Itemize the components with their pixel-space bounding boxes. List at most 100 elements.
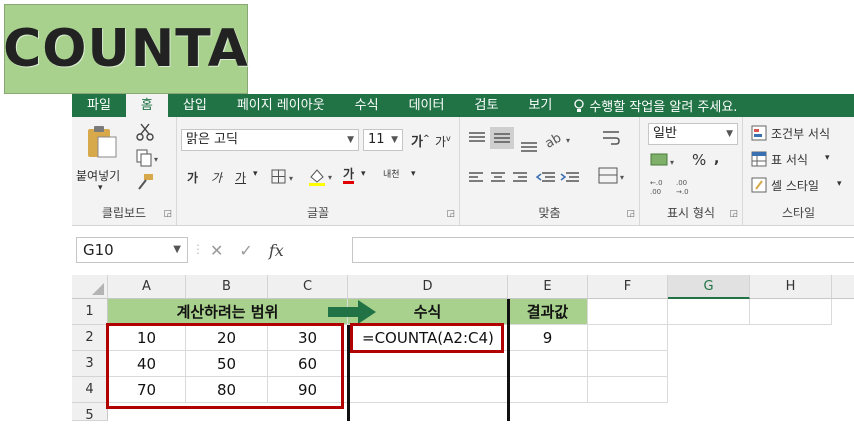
- align-right-icon[interactable]: [512, 171, 528, 185]
- comma-style-icon[interactable]: ,: [714, 151, 719, 167]
- row-header-4[interactable]: 4: [72, 377, 108, 403]
- wrap-text-icon[interactable]: [602, 129, 620, 147]
- alignment-launcher-icon[interactable]: ◲: [626, 209, 635, 219]
- cell-h3[interactable]: [750, 351, 832, 377]
- clipboard-launcher-icon[interactable]: ◲: [163, 209, 172, 219]
- paste-button[interactable]: 붙여넣기 ▾: [76, 123, 128, 193]
- enter-icon[interactable]: ✓: [239, 241, 252, 260]
- decrease-font-size-icon[interactable]: 가v: [435, 133, 451, 150]
- row-header-1[interactable]: 1: [72, 299, 108, 325]
- percent-style-button[interactable]: %: [692, 151, 706, 169]
- increase-font-size-icon[interactable]: 가^: [411, 131, 430, 150]
- align-bottom-icon[interactable]: [520, 137, 538, 153]
- cell-styles-button[interactable]: 셀 스타일 ▾: [751, 177, 854, 197]
- cell-h1[interactable]: [750, 299, 832, 325]
- cell-e2-result[interactable]: 9: [508, 325, 588, 351]
- conditional-formatting-button[interactable]: 조건부 서식: [751, 125, 854, 145]
- tab-page-layout[interactable]: 페이지 레이아웃: [222, 94, 340, 117]
- cell-f2[interactable]: [588, 325, 668, 351]
- align-left-icon[interactable]: [468, 171, 484, 185]
- cell-c3[interactable]: 60: [268, 351, 348, 377]
- row-header-5[interactable]: 5: [72, 403, 108, 423]
- cell-f4[interactable]: [588, 377, 668, 403]
- cell-c2[interactable]: 30: [268, 325, 348, 351]
- tab-view[interactable]: 보기: [513, 94, 567, 117]
- tab-insert[interactable]: 삽입: [168, 94, 222, 117]
- cell-g3[interactable]: [668, 351, 750, 377]
- borders-icon[interactable]: ▾: [271, 169, 297, 185]
- cell-a3[interactable]: 40: [108, 351, 186, 377]
- select-all-corner[interactable]: [72, 275, 108, 299]
- cell-b3[interactable]: 50: [186, 351, 268, 377]
- tab-home[interactable]: 홈: [125, 94, 168, 117]
- accounting-format-icon[interactable]: ▾: [650, 151, 680, 169]
- name-box[interactable]: G10 ▼: [76, 237, 188, 263]
- copy-icon[interactable]: ▾: [136, 149, 162, 167]
- bold-button[interactable]: 가: [187, 169, 198, 186]
- cut-icon[interactable]: [136, 123, 154, 141]
- format-painter-icon[interactable]: [136, 173, 154, 191]
- cell-f1[interactable]: [588, 299, 668, 325]
- cell-e4[interactable]: [508, 377, 588, 403]
- chevron-down-icon[interactable]: ▾: [253, 169, 258, 179]
- column-header-d[interactable]: D: [348, 275, 508, 299]
- align-top-icon[interactable]: [468, 131, 486, 147]
- format-as-table-button[interactable]: 표 서식 ▾: [751, 151, 854, 171]
- decrease-decimal-icon[interactable]: .00→.0: [676, 177, 696, 195]
- cell-f3[interactable]: [588, 351, 668, 377]
- number-launcher-icon[interactable]: ◲: [729, 209, 738, 219]
- orientation-icon[interactable]: ab ▾: [544, 129, 574, 149]
- font-color-button[interactable]: 가: [343, 167, 355, 184]
- column-header-c[interactable]: C: [268, 275, 348, 299]
- column-header-g[interactable]: G: [668, 275, 750, 299]
- cell-g1[interactable]: [668, 299, 750, 325]
- font-size-select[interactable]: 11 ▼: [363, 129, 403, 151]
- cell-c4[interactable]: 90: [268, 377, 348, 403]
- row-header-2[interactable]: 2: [72, 325, 108, 351]
- row-header-3[interactable]: 3: [72, 351, 108, 377]
- column-header-h[interactable]: H: [750, 275, 832, 299]
- formula-input[interactable]: [352, 237, 854, 263]
- column-header-a[interactable]: A: [108, 275, 186, 299]
- column-header-e[interactable]: E: [508, 275, 588, 299]
- column-header-f[interactable]: F: [588, 275, 668, 299]
- merge-center-icon[interactable]: ▾: [598, 167, 628, 185]
- cell-e3[interactable]: [508, 351, 588, 377]
- insert-function-button[interactable]: fx: [269, 241, 284, 260]
- cell-a1-range-header[interactable]: 계산하려는 범위: [108, 299, 348, 325]
- cell-a2[interactable]: 10: [108, 325, 186, 351]
- italic-button[interactable]: 가: [211, 169, 222, 186]
- tab-data[interactable]: 데이터: [394, 94, 460, 117]
- tab-file[interactable]: 파일: [72, 94, 126, 117]
- cell-e1-result-header[interactable]: 결과값: [508, 299, 588, 325]
- cell-d2-formula[interactable]: =COUNTA(A2:C4): [348, 325, 508, 351]
- font-launcher-icon[interactable]: ◲: [446, 209, 455, 219]
- align-middle-icon[interactable]: [490, 127, 514, 149]
- align-center-icon[interactable]: [490, 171, 506, 185]
- tab-review[interactable]: 검토: [459, 94, 513, 117]
- cancel-icon[interactable]: ✕: [210, 241, 223, 260]
- chevron-down-icon[interactable]: ▾: [361, 169, 366, 179]
- tab-formulas[interactable]: 수식: [340, 94, 394, 117]
- decrease-indent-icon[interactable]: [536, 171, 556, 185]
- cell-d3[interactable]: [348, 351, 508, 377]
- increase-indent-icon[interactable]: [560, 171, 580, 185]
- chevron-down-icon[interactable]: ▾: [411, 169, 416, 179]
- cell-g2[interactable]: [668, 325, 750, 351]
- increase-decimal-icon[interactable]: ←.0.00: [650, 177, 670, 195]
- phonetic-guide-button[interactable]: 내천: [383, 167, 400, 180]
- fill-color-icon[interactable]: ▾: [307, 167, 337, 187]
- cell-b2[interactable]: 20: [186, 325, 268, 351]
- tell-me-box[interactable]: 수행할 작업을 알려 주세요.: [573, 96, 737, 115]
- cell-d4[interactable]: [348, 377, 508, 403]
- cell-h4[interactable]: [750, 377, 832, 403]
- cell-b4[interactable]: 80: [186, 377, 268, 403]
- font-name-select[interactable]: 맑은 고딕 ▼: [181, 129, 359, 151]
- column-header-b[interactable]: B: [186, 275, 268, 299]
- paste-dropdown-icon[interactable]: ▾: [98, 183, 103, 193]
- underline-button[interactable]: 가: [235, 169, 246, 186]
- cell-a4[interactable]: 70: [108, 377, 186, 403]
- cell-g4[interactable]: [668, 377, 750, 403]
- cell-h2[interactable]: [750, 325, 832, 351]
- number-format-select[interactable]: 일반 ▼: [648, 123, 738, 145]
